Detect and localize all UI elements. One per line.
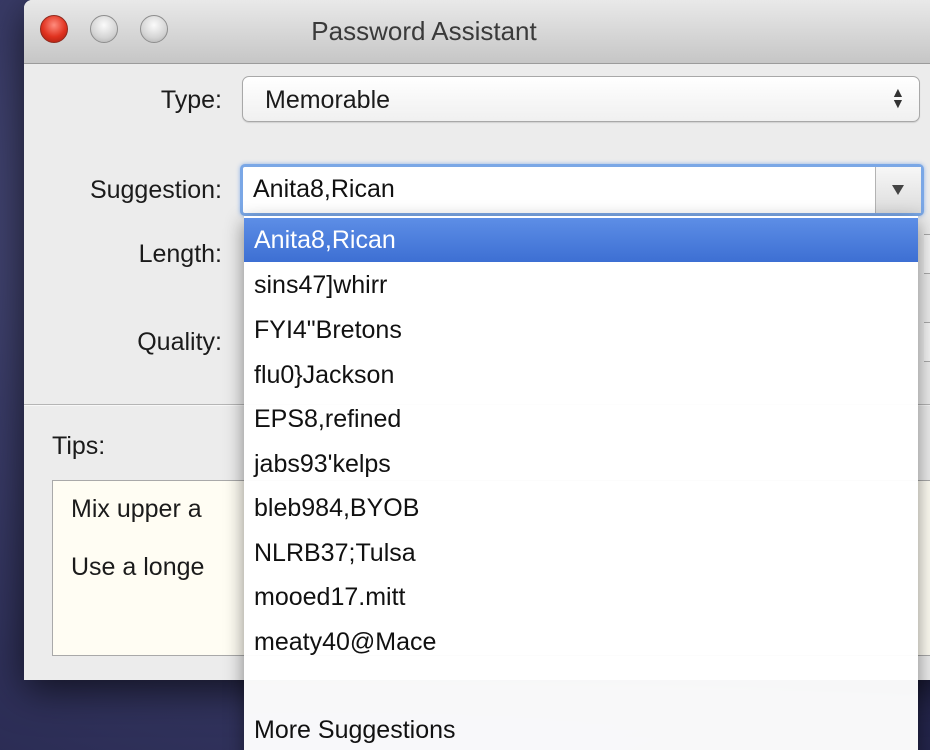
length-label: Length:	[138, 240, 222, 268]
type-label: Type:	[160, 86, 222, 114]
suggestion-item[interactable]: meaty40@Mace	[244, 620, 918, 664]
suggestion-item[interactable]: FYI4"Bretons	[244, 308, 918, 352]
quality-meter-edge	[924, 322, 930, 362]
tips-label: Tips:	[52, 432, 106, 460]
suggestion-item[interactable]: sins47]whirr	[244, 263, 918, 307]
tip-line-longer: Use a longe	[71, 553, 205, 581]
suggestion-item[interactable]: jabs93'kelps	[244, 442, 918, 486]
tip-line-mix: Mix upper a	[71, 495, 202, 523]
suggestion-item-selected[interactable]: Anita8,Rican	[244, 218, 918, 262]
suggestion-dropdown-menu: Anita8,Rican sins47]whirr FYI4"Bretons f…	[244, 216, 918, 750]
window-title: Password Assistant	[311, 16, 537, 46]
suggestion-label: Suggestion:	[89, 176, 222, 204]
triangle-down-icon	[892, 185, 904, 195]
suggestion-item[interactable]: flu0}Jackson	[244, 353, 918, 397]
more-suggestions-item[interactable]: More Suggestions	[244, 708, 918, 750]
type-popup-button[interactable]: Memorable ▲ ▼	[242, 76, 920, 122]
updown-arrows-icon: ▲ ▼	[891, 84, 905, 111]
length-slider-edge[interactable]	[924, 234, 930, 274]
suggestion-item[interactable]: bleb984,BYOB	[244, 486, 918, 530]
type-value: Memorable	[265, 86, 391, 114]
suggestion-combobox[interactable]	[240, 164, 924, 216]
suggestion-item[interactable]: EPS8,refined	[244, 397, 918, 441]
suggestion-input[interactable]	[253, 175, 863, 204]
suggestion-item[interactable]: NLRB37;Tulsa	[244, 531, 918, 575]
suggestion-dropdown-button[interactable]	[875, 167, 921, 213]
suggestion-item[interactable]: mooed17.mitt	[244, 575, 918, 619]
quality-label: Quality:	[137, 328, 222, 356]
title-bar: Password Assistant	[24, 0, 930, 64]
